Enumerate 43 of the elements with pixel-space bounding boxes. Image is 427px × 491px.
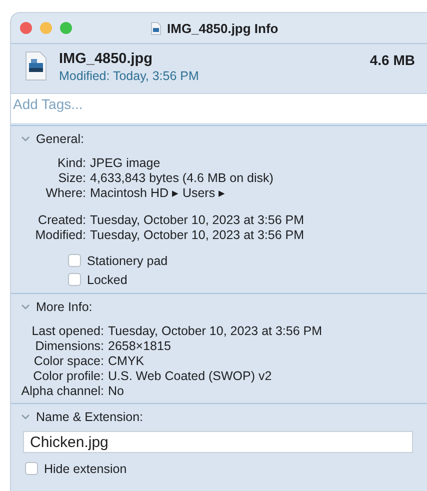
window-title: IMG_4850.jpg Info bbox=[167, 20, 278, 36]
image-file-icon bbox=[25, 51, 47, 81]
field-label: Where: bbox=[44, 186, 86, 201]
zoom-button[interactable] bbox=[60, 22, 72, 34]
field-label: Last opened: bbox=[30, 324, 104, 339]
checkbox[interactable] bbox=[25, 462, 38, 475]
chevron-icon[interactable] bbox=[21, 414, 30, 420]
field-label: Color profile: bbox=[32, 369, 104, 384]
field-value: Macintosh HD ▸ Users ▸ bbox=[90, 186, 227, 201]
field-value: Tuesday, October 10, 2023 at 3:56 PM bbox=[90, 228, 306, 243]
field-label: Modified: bbox=[34, 228, 86, 243]
file-size: 4.6 MB bbox=[370, 52, 415, 68]
section-title: More Info: bbox=[36, 300, 92, 314]
field-label: Kind: bbox=[56, 156, 86, 171]
modified-date: Modified: Today, 3:56 PM bbox=[59, 69, 200, 83]
field-value: 2658×1815 bbox=[108, 339, 172, 354]
chevron-icon[interactable] bbox=[21, 136, 30, 142]
field-value: JPEG image bbox=[90, 156, 162, 171]
field-label: Alpha channel: bbox=[20, 384, 104, 399]
checkbox-label: Stationery pad bbox=[87, 254, 168, 268]
minimize-button[interactable] bbox=[40, 22, 52, 34]
field-value: U.S. Web Coated (SWOP) v2 bbox=[108, 369, 273, 384]
section-title: Name & Extension: bbox=[36, 410, 143, 424]
field-value: Tuesday, October 10, 2023 at 3:56 PM bbox=[108, 324, 324, 339]
field-label: Created: bbox=[37, 213, 86, 228]
tags-field[interactable]: Add Tags... bbox=[11, 93, 427, 123]
field-value: No bbox=[108, 384, 125, 399]
field-label: Color space: bbox=[32, 354, 104, 369]
close-button[interactable] bbox=[20, 22, 32, 34]
checkbox[interactable] bbox=[68, 254, 81, 267]
field-value: CMYK bbox=[108, 354, 146, 369]
file-name: IMG_4850.jpg bbox=[59, 51, 154, 67]
field-label: Size: bbox=[57, 171, 86, 186]
checkbox[interactable] bbox=[68, 273, 81, 286]
field-value: 4,633,843 bytes (4.6 MB on disk) bbox=[90, 171, 274, 186]
chevron-icon[interactable] bbox=[21, 304, 30, 310]
file-icon bbox=[151, 22, 161, 34]
section-title: General: bbox=[36, 132, 84, 146]
checkbox-label: Hide extension bbox=[44, 462, 127, 476]
field-label: Dimensions: bbox=[34, 339, 104, 354]
name-field[interactable]: Chicken.jpg bbox=[23, 431, 413, 453]
field-value: Tuesday, October 10, 2023 at 3:56 PM bbox=[90, 213, 306, 228]
checkbox-label: Locked bbox=[87, 272, 128, 286]
